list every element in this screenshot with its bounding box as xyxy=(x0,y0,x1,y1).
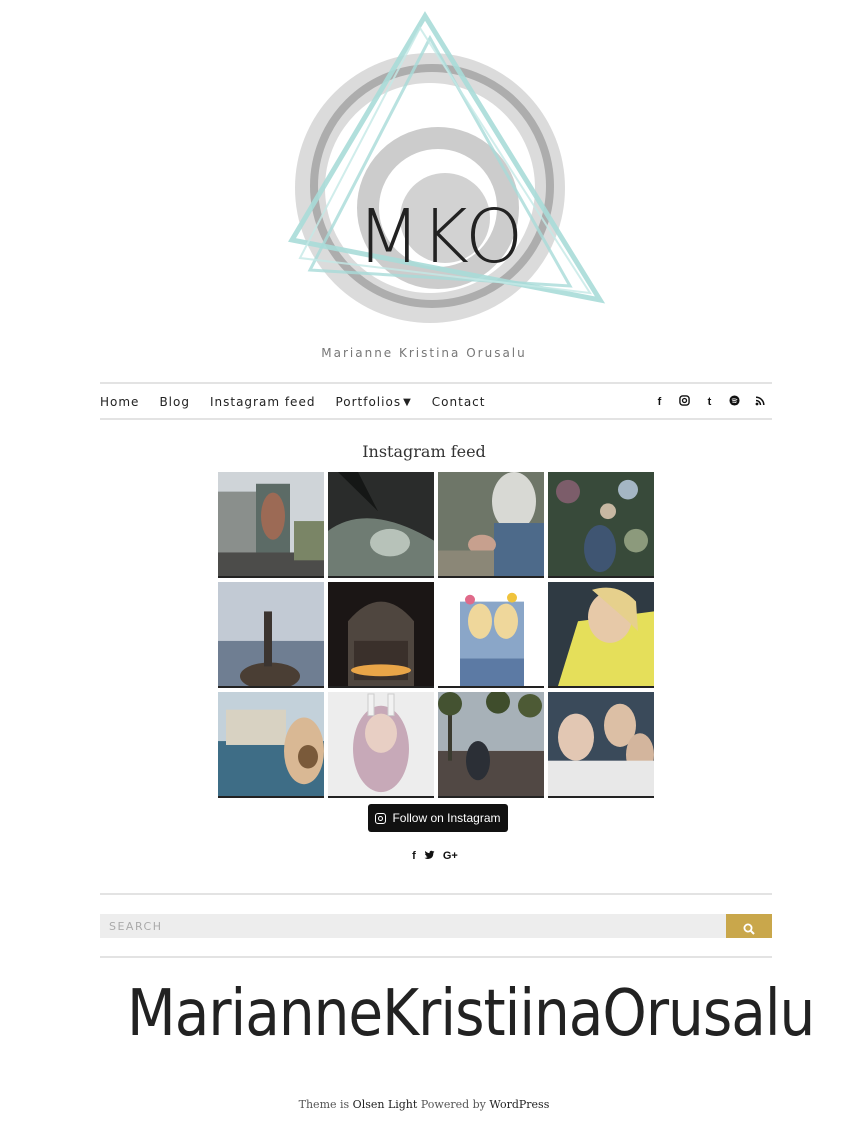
search-icon xyxy=(743,923,755,935)
instagram-photo[interactable] xyxy=(328,472,434,578)
chevron-down-icon: ▼ xyxy=(403,396,412,408)
instagram-photo[interactable] xyxy=(548,582,654,688)
instagram-photo[interactable] xyxy=(548,472,654,578)
instagram-photo[interactable] xyxy=(438,692,544,798)
instagram-photo[interactable] xyxy=(438,582,544,688)
nav-item-label: Blog xyxy=(159,395,190,409)
wordpress-link[interactable]: WordPress xyxy=(489,1098,549,1111)
instagram-icon[interactable] xyxy=(672,395,697,409)
search-bar xyxy=(100,914,772,938)
instagram-photo[interactable] xyxy=(218,472,324,578)
nav-item-instagram-feed[interactable]: Instagram feed xyxy=(210,395,315,409)
site-tagline: Marianne Kristina Orusalu xyxy=(321,346,527,360)
instagram-photo[interactable] xyxy=(218,692,324,798)
google-plus-icon[interactable]: G+ xyxy=(443,850,458,863)
site-logo[interactable]: MKO xyxy=(270,8,610,332)
instagram-photo[interactable] xyxy=(328,582,434,688)
social-links: f t xyxy=(647,384,772,420)
nav-item-label: Home xyxy=(100,395,140,409)
instagram-photo[interactable] xyxy=(218,582,324,688)
facebook-icon[interactable]: f xyxy=(647,396,672,408)
search-button[interactable] xyxy=(726,914,772,938)
theme-link[interactable]: Olsen Light xyxy=(353,1098,418,1111)
footer-signature-text: MarianneKristiinaOrusalu xyxy=(127,977,815,1051)
credit-prefix: Theme is xyxy=(298,1098,350,1111)
nav-item-label: Instagram feed xyxy=(209,395,316,409)
spotify-icon[interactable] xyxy=(722,395,747,409)
search-input[interactable] xyxy=(100,914,726,938)
nav-item-portfolios[interactable]: Portfolios ▼ xyxy=(335,395,411,409)
instagram-icon xyxy=(375,812,387,824)
twitter-icon[interactable] xyxy=(424,850,435,863)
nav-item-home[interactable]: Home xyxy=(100,395,139,409)
instagram-grid xyxy=(218,472,654,798)
logo-graphic: MKO xyxy=(288,11,606,323)
follow-on-instagram-button[interactable]: Follow on Instagram xyxy=(368,804,508,832)
nav-item-contact[interactable]: Contact xyxy=(432,395,486,409)
follow-button-label: Follow on Instagram xyxy=(392,811,501,825)
nav-item-label: Contact xyxy=(431,395,486,409)
footer-credits: Theme is Olsen Light Powered by WordPres… xyxy=(0,1098,848,1111)
main-navigation: Home Blog Instagram feed Portfolios ▼ Con… xyxy=(100,382,772,420)
instagram-photo[interactable] xyxy=(438,472,544,578)
logo-letters: MKO xyxy=(357,194,524,280)
share-links: f G+ xyxy=(0,850,848,863)
footer-signature-logo: MarianneKristiinaOrusalu xyxy=(120,968,815,1060)
page-title: Instagram feed xyxy=(362,442,486,461)
nav-item-label: Portfolios xyxy=(335,395,402,409)
powered-by-text: Powered by xyxy=(420,1098,486,1111)
rss-icon[interactable] xyxy=(747,395,772,409)
instagram-photo[interactable] xyxy=(328,692,434,798)
divider xyxy=(100,956,772,958)
facebook-icon[interactable]: f xyxy=(412,850,416,863)
divider xyxy=(100,893,772,895)
tumblr-icon[interactable]: t xyxy=(697,396,722,408)
nav-item-blog[interactable]: Blog xyxy=(159,395,190,409)
instagram-photo[interactable] xyxy=(548,692,654,798)
